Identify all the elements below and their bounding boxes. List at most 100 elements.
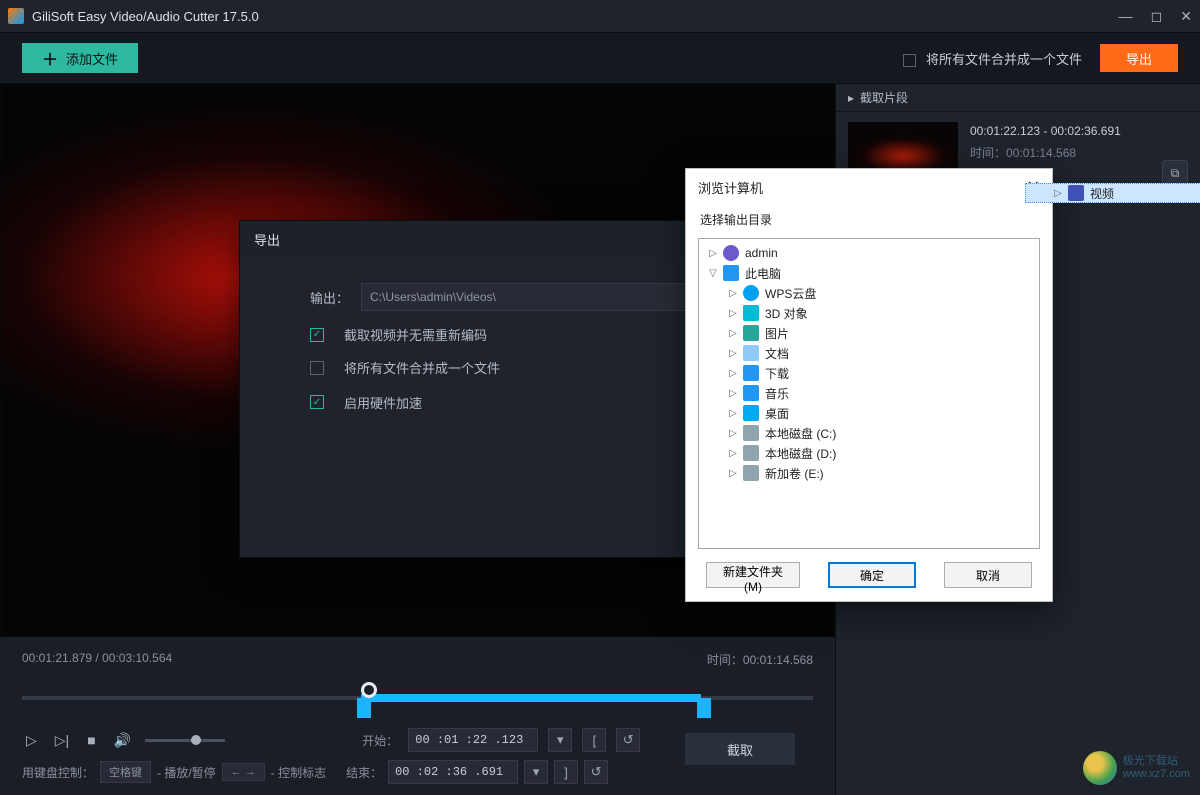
new-folder-button[interactable]: 新建文件夹(M) (706, 562, 800, 588)
cut-button[interactable]: 截取 (685, 733, 795, 765)
tree-node[interactable]: ▷WPS云盘 (701, 283, 1037, 303)
end-bracket-button[interactable]: ] (554, 760, 578, 784)
selection-end-handle[interactable] (697, 698, 711, 718)
tree-twisty-icon[interactable]: ▷ (727, 428, 739, 439)
tree-node[interactable]: ▷ 文档 (701, 343, 1037, 363)
start-spin[interactable]: ▾ (548, 728, 572, 752)
volume-icon[interactable]: 🔊 (110, 730, 135, 751)
tree-twisty-icon[interactable]: ▷ (727, 348, 739, 359)
tree-twisty-icon[interactable]: ▷ (727, 468, 739, 479)
tree-twisty-icon[interactable]: ▷ (727, 308, 739, 319)
end-time-input[interactable] (388, 760, 518, 784)
toolbar: ＋ 添加文件 将所有文件合并成一个文件 导出 (0, 32, 1200, 84)
maximize-button[interactable]: ◻ (1151, 8, 1163, 25)
opt-hwaccel[interactable]: 启用硬件加速 (344, 393, 422, 412)
browse-subtitle: 选择输出目录 (686, 205, 1052, 238)
pic-icon (743, 325, 759, 341)
tree-node-label: admin (745, 246, 778, 260)
music-icon (743, 385, 759, 401)
tree-twisty-icon[interactable]: ▷ (727, 448, 739, 459)
tree-node[interactable]: ▷ 图片 (701, 323, 1037, 343)
minimize-button[interactable]: — (1119, 8, 1133, 25)
output-path-input[interactable] (361, 283, 701, 311)
tree-twisty-icon[interactable]: ▷ (727, 288, 739, 299)
browse-dialog: 浏览计算机 ✕ 选择输出目录 ▷admin▽此电脑▷WPS云盘▷3D 对象▷视频… (685, 168, 1053, 602)
tree-node-label: 文档 (765, 345, 789, 362)
checkbox-icon (903, 54, 916, 67)
timeline[interactable] (22, 680, 813, 716)
clips-panel-title: 截取片段 (860, 89, 908, 106)
selection-range[interactable] (361, 694, 701, 702)
tree-node[interactable]: ▷桌面 (701, 403, 1037, 423)
tree-node[interactable]: ▽ 此电脑 (701, 263, 1037, 283)
clips-panel-header[interactable]: ▸ 截取片段 (836, 84, 1200, 112)
tree-node[interactable]: ▷ 下载 (701, 363, 1037, 383)
folder-tree[interactable]: ▷admin▽此电脑▷WPS云盘▷3D 对象▷视频▷图片▷文档▷下载▷音乐▷桌面… (698, 238, 1040, 549)
plus-icon: ＋ (42, 46, 58, 70)
tree-node-label: 此电脑 (745, 265, 781, 282)
play-button[interactable]: ▷ (22, 730, 41, 751)
merge-all-label: 将所有文件合并成一个文件 (926, 52, 1082, 67)
playhead-time: 00:01:21.879 / 00:03:10.564 (22, 651, 172, 668)
down-icon (743, 365, 759, 381)
start-time-input[interactable] (408, 728, 538, 752)
tree-node[interactable]: ▷ 本地磁盘 (D:) (701, 443, 1037, 463)
start-reset-button[interactable]: ↺ (616, 728, 640, 752)
volume-slider[interactable] (145, 739, 225, 742)
watermark: 极光下载站 www.xz7.com (1083, 751, 1190, 785)
start-label: 开始： (360, 732, 398, 749)
selection-start-handle[interactable] (357, 698, 371, 718)
merge-all-checkbox[interactable]: 将所有文件合并成一个文件 (903, 49, 1082, 68)
close-button[interactable]: ✕ (1180, 8, 1192, 25)
tree-node-label: 3D 对象 (765, 305, 808, 322)
tree-twisty-icon[interactable]: ▷ (727, 408, 739, 419)
checkbox-checked-icon[interactable]: ✓ (310, 395, 324, 409)
playhead-handle[interactable] (361, 682, 377, 698)
tree-node[interactable]: ▷音乐 (701, 383, 1037, 403)
opt-noreencode[interactable]: 截取视频并无需重新编码 (344, 325, 487, 344)
selection-duration: 时间：00:01:14.568 (707, 651, 813, 668)
tree-node-label: 图片 (765, 325, 789, 342)
tree-twisty-icon[interactable]: ▷ (727, 328, 739, 339)
tree-node-label: 本地磁盘 (C:) (765, 425, 836, 442)
end-reset-button[interactable]: ↺ (584, 760, 608, 784)
tree-node[interactable]: ▷ 本地磁盘 (C:) (701, 423, 1037, 443)
tree-twisty-icon[interactable]: ▷ (727, 388, 739, 399)
wps-icon (743, 285, 759, 301)
opt-merge[interactable]: 将所有文件合并成一个文件 (344, 358, 500, 377)
volume-thumb[interactable] (191, 735, 201, 745)
tree-node-label: 下载 (765, 365, 789, 382)
clip-duration: 00:01:14.568 (1006, 146, 1076, 160)
chevron-right-icon: ▸ (848, 91, 854, 105)
tree-twisty-icon[interactable]: ▽ (707, 268, 719, 279)
browse-dialog-title: 浏览计算机 (698, 178, 763, 197)
checkbox-checked-icon[interactable]: ✓ (310, 328, 324, 342)
disk-icon (743, 425, 759, 441)
add-file-button[interactable]: ＋ 添加文件 (22, 43, 138, 73)
tree-twisty-icon[interactable]: ▷ (707, 248, 719, 259)
kb-marks-label: - 控制标志 (271, 764, 326, 781)
ok-button[interactable]: 确定 (828, 562, 916, 588)
output-label: 输出： (310, 288, 349, 307)
start-bracket-button[interactable]: [ (582, 728, 606, 752)
export-button[interactable]: 导出 (1100, 44, 1178, 72)
kb-arrows: ← → (222, 763, 265, 781)
stop-button[interactable]: ■ (83, 730, 99, 750)
tree-node-label: 新加卷 (E:) (765, 465, 824, 482)
checkbox-icon[interactable]: ✓ (310, 361, 324, 375)
tree-twisty-icon[interactable]: ▷ (727, 368, 739, 379)
watermark-icon (1083, 751, 1117, 785)
step-button[interactable]: ▷| (51, 730, 73, 751)
disk-icon (743, 445, 759, 461)
tree-node[interactable]: ▷ 新加卷 (E:) (701, 463, 1037, 483)
cancel-button[interactable]: 取消 (944, 562, 1032, 588)
titlebar: GiliSoft Easy Video/Audio Cutter 17.5.0 … (0, 0, 1200, 32)
kb-help-prefix: 用键盘控制： (22, 764, 94, 781)
tree-node-label: 本地磁盘 (D:) (765, 445, 836, 462)
app-title: GiliSoft Easy Video/Audio Cutter 17.5.0 (32, 9, 259, 24)
app-icon (8, 8, 24, 24)
end-spin[interactable]: ▾ (524, 760, 548, 784)
pc-icon (723, 265, 739, 281)
tree-node[interactable]: ▷ admin (701, 243, 1037, 263)
tree-node[interactable]: ▷ 3D 对象 (701, 303, 1037, 323)
